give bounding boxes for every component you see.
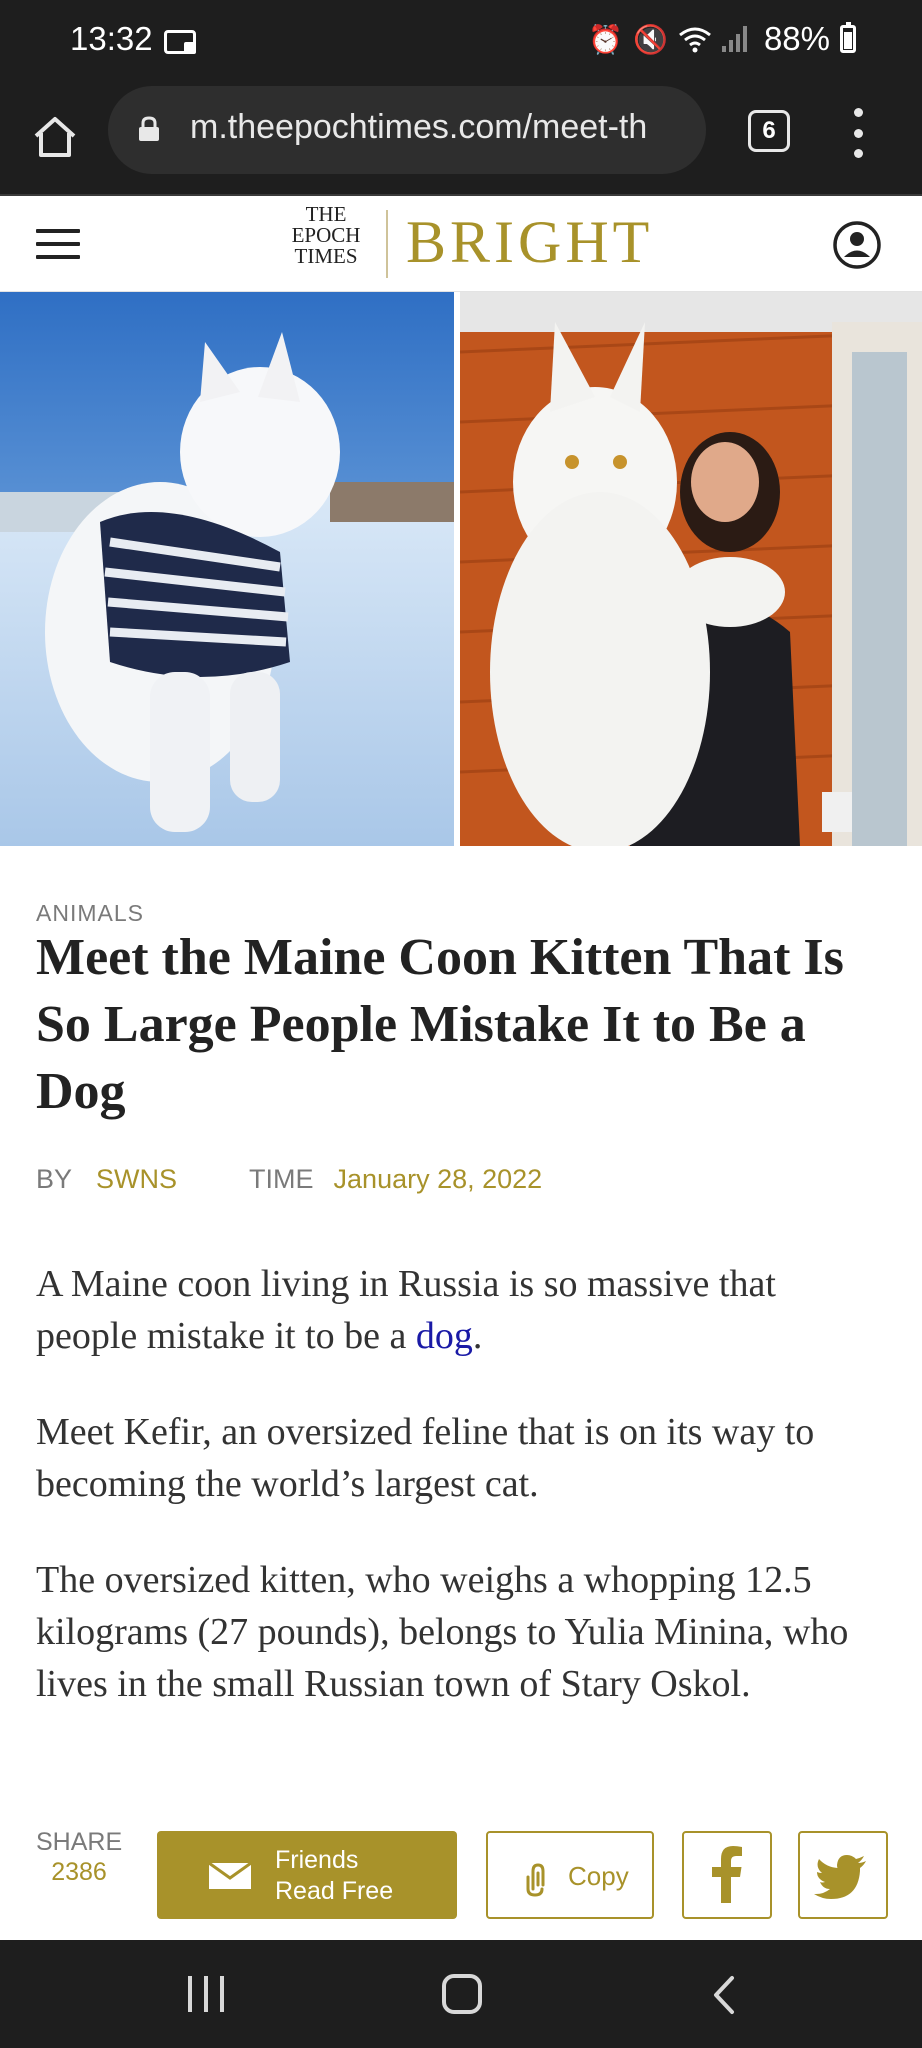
woman-holding-cat-photo <box>460 292 922 846</box>
tab-switcher-button[interactable]: 6 <box>748 110 790 152</box>
account-icon[interactable] <box>832 220 882 270</box>
article-byline: BY SWNS TIME January 28, 2022 <box>36 1164 542 1195</box>
notification-icon <box>164 30 196 54</box>
logo-line: EPOCH <box>291 223 361 247</box>
copy-link-button[interactable]: Copy <box>486 1831 654 1919</box>
back-icon[interactable] <box>704 1974 744 2016</box>
friends-label-line: Read Free <box>275 1877 394 1905</box>
status-bar: 13:32 ⏰ 🔇 88% <box>0 0 922 84</box>
article-headline: Meet the Maine Coon Kitten That Is So La… <box>36 929 844 1120</box>
lock-icon <box>139 116 159 141</box>
status-time: 13:32 <box>70 20 153 57</box>
share-count: 2386 <box>51 1858 107 1886</box>
logo-line: THE <box>305 202 347 226</box>
logo-line: TIMES <box>294 244 358 268</box>
menu-icon[interactable] <box>36 229 80 259</box>
by-label: BY <box>36 1164 73 1194</box>
publish-date: January 28, 2022 <box>333 1164 543 1194</box>
cat-in-snow-photo <box>0 292 454 846</box>
friends-label-line: Friends <box>275 1846 359 1874</box>
facebook-icon <box>712 1846 742 1903</box>
article-paragraph: A Maine coon living in Russia is so mass… <box>36 1258 886 1362</box>
recent-apps-icon[interactable] <box>188 1976 224 2012</box>
url-text: m.theepochtimes.com/meet-th <box>190 108 648 146</box>
wifi-icon <box>679 27 711 53</box>
bright-section-logo[interactable]: BRIGHT <box>406 208 653 277</box>
article-paragraph: Meet Kefir, an oversized feline that is … <box>36 1411 815 1505</box>
browser-toolbar: m.theepochtimes.com/meet-th 6 <box>0 84 922 196</box>
home-nav-icon[interactable] <box>442 1974 482 2014</box>
logo-divider <box>386 210 388 278</box>
share-label: SHARE <box>36 1828 123 1856</box>
battery-icon <box>840 22 856 53</box>
link-icon <box>526 1863 545 1897</box>
twitter-share-button[interactable] <box>798 1831 888 1919</box>
alarm-icon: ⏰ <box>588 22 624 56</box>
mute-icon: 🔇 <box>633 22 668 56</box>
facebook-share-button[interactable] <box>682 1831 772 1919</box>
paragraph-text: . <box>472 1315 483 1357</box>
site-header: THE EPOCH TIMES BRIGHT <box>0 196 922 292</box>
battery-percent: 88% <box>763 20 830 57</box>
friends-button-label: Friends Read Free <box>275 1845 393 1907</box>
home-icon[interactable] <box>30 112 80 162</box>
copy-label: Copy <box>568 1861 629 1891</box>
more-options-icon[interactable] <box>846 108 870 158</box>
time-label: TIME <box>249 1164 314 1194</box>
status-icons: ⏰ 🔇 88% <box>588 20 856 58</box>
address-bar[interactable]: m.theepochtimes.com/meet-th <box>108 86 706 174</box>
epoch-times-logo[interactable]: THE EPOCH TIMES <box>280 204 372 267</box>
author-link[interactable]: SWNS <box>96 1164 177 1195</box>
friends-read-free-button[interactable]: Friends Read Free <box>157 1831 457 1919</box>
signal-icon <box>721 26 750 52</box>
twitter-icon <box>814 1855 866 1899</box>
hero-image <box>0 292 922 846</box>
paragraph-text: A Maine coon living in Russia is so mass… <box>36 1263 776 1357</box>
mail-icon <box>209 1863 251 1889</box>
article-category[interactable]: ANIMALS <box>36 900 144 927</box>
dog-link[interactable]: dog <box>416 1315 473 1357</box>
system-nav-bar <box>0 1940 922 2048</box>
article-paragraph: The oversized kitten, who weighs a whopp… <box>36 1559 849 1705</box>
